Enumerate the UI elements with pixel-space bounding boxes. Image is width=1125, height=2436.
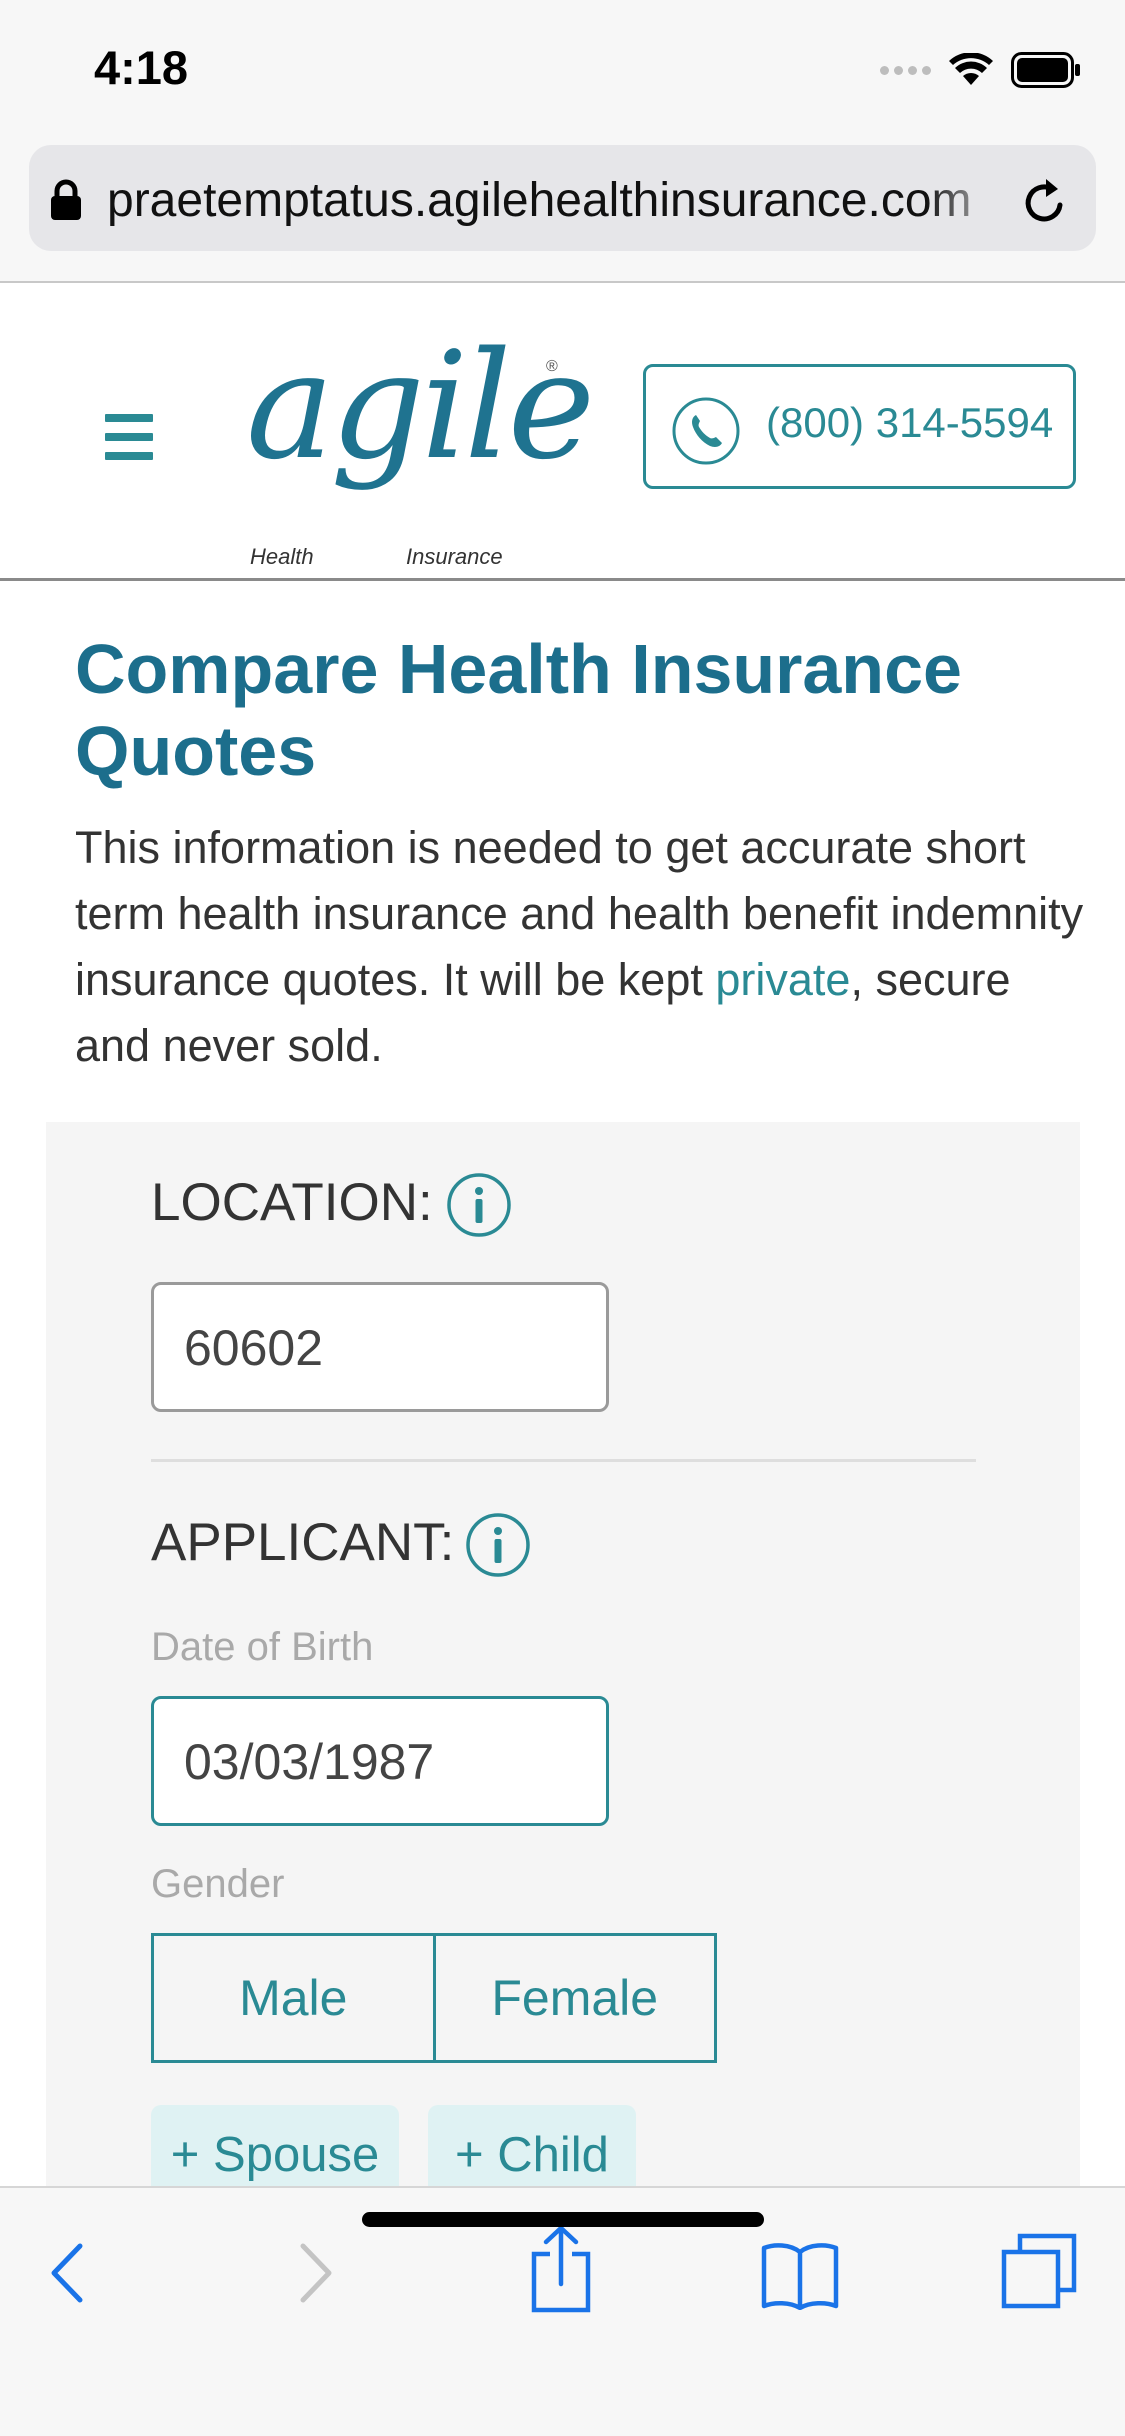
dob-caption: Date of Birth (151, 1625, 374, 1669)
phone-number: (800) 314-5594 (766, 399, 1054, 446)
browser-address-area: praetemptatus.agilehealthinsurance.com (0, 135, 1125, 283)
lock-icon (51, 179, 81, 220)
privacy-link[interactable]: private (715, 954, 850, 1005)
logo-wordmark: agile (246, 320, 595, 492)
page-title: Compare Health Insurance Quotes (75, 630, 962, 790)
share-icon[interactable] (528, 2224, 594, 2314)
site-header: agile ® Health Insurance (800) 314-5594 (0, 284, 1125, 581)
applicant-info-icon[interactable] (465, 1512, 531, 1578)
battery-icon (1011, 52, 1080, 88)
address-bar[interactable]: praetemptatus.agilehealthinsurance.com (29, 145, 1096, 251)
phone-icon (672, 397, 740, 465)
tabs-icon[interactable] (1000, 2232, 1080, 2312)
location-label: LOCATION: (151, 1173, 433, 1232)
cellular-signal-icon (880, 65, 931, 75)
location-info-icon[interactable] (446, 1172, 512, 1238)
bookmarks-icon[interactable] (760, 2238, 840, 2310)
gender-selector: Male Female (151, 1933, 717, 2063)
quote-form: LOCATION: 60602 APPLICANT: Date of Birth… (46, 1122, 1080, 2342)
reload-icon[interactable] (1022, 175, 1070, 225)
wifi-icon (949, 53, 993, 85)
gender-male-button[interactable]: Male (154, 1936, 433, 2060)
section-divider (151, 1459, 976, 1462)
status-time: 4:18 (94, 41, 189, 94)
zip-code-input[interactable]: 60602 (151, 1282, 609, 1412)
hamburger-menu-icon[interactable] (105, 414, 153, 460)
gender-caption: Gender (151, 1862, 285, 1906)
status-bar: 4:18 (0, 0, 1125, 135)
logo-sub-insurance: Insurance (406, 544, 503, 569)
home-indicator[interactable] (362, 2212, 764, 2227)
phone-call-button[interactable]: (800) 314-5594 (643, 364, 1076, 489)
status-icons (880, 52, 1081, 88)
logo-registered-mark: ® (546, 358, 558, 375)
url-text[interactable]: praetemptatus.agilehealthinsurance.com (107, 173, 1007, 228)
date-of-birth-input[interactable]: 03/03/1987 (151, 1696, 609, 1826)
logo-sub-health: Health (250, 544, 314, 569)
back-icon[interactable] (44, 2238, 90, 2308)
page-intro: This information is needed to get accura… (75, 815, 1085, 1079)
gender-female-button[interactable]: Female (432, 1936, 715, 2060)
applicant-label: APPLICANT: (151, 1513, 455, 1572)
forward-icon (300, 2243, 332, 2303)
agile-logo[interactable]: agile ® Health Insurance (246, 332, 595, 569)
